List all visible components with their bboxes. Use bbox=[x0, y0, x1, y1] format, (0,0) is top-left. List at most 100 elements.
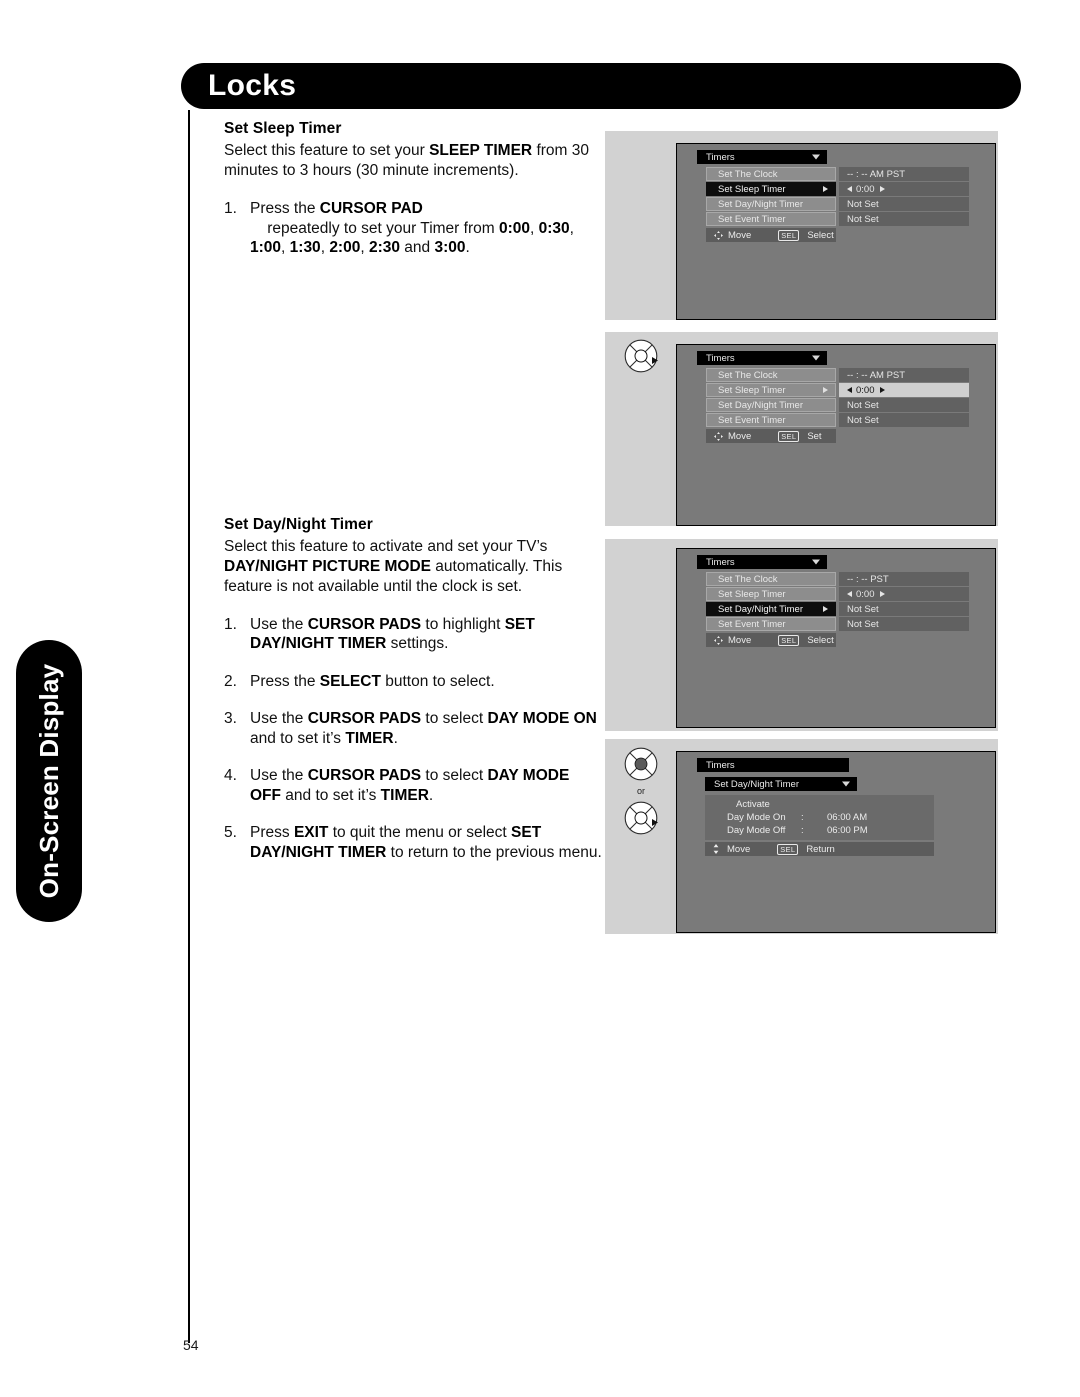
osd-value-field[interactable]: Not Set bbox=[839, 602, 969, 616]
chevron-down-icon bbox=[812, 154, 820, 160]
step-text: Press the CURSOR PAD repeatedly to set y… bbox=[250, 199, 604, 258]
osd-value-text: Not Set bbox=[847, 603, 879, 615]
left-arrow-icon[interactable] bbox=[847, 591, 852, 597]
osd-menu-item-set-the-clock[interactable]: Set The Clock bbox=[706, 368, 836, 382]
osd-menu-item-set-sleep-timer[interactable]: Set Sleep Timer bbox=[706, 383, 836, 397]
or-separator-label: or bbox=[636, 786, 645, 796]
osd-menu-item-label: Set The Clock bbox=[718, 573, 778, 585]
osd-footer-hint: Move SEL Select bbox=[706, 633, 836, 647]
osd-menu-item-set-the-clock[interactable]: Set The Clock bbox=[706, 572, 836, 586]
four-way-arrow-icon bbox=[714, 635, 723, 645]
osd-menu-item-set-sleep-timer[interactable]: Set Sleep Timer bbox=[706, 587, 836, 601]
page-vertical-rule bbox=[188, 110, 190, 1343]
step-text: Press EXIT to quit the menu or select SE… bbox=[250, 823, 604, 862]
b: CURSOR PAD bbox=[319, 200, 423, 217]
t: Press the bbox=[250, 672, 320, 690]
step-number: 1. bbox=[224, 200, 237, 217]
page-header-bar: Locks bbox=[181, 63, 1021, 109]
cursor-pad-icon bbox=[624, 747, 658, 781]
section-tab-on-screen-display: On-Screen Display bbox=[16, 640, 82, 922]
step-text: Use the CURSOR PADS to select DAY MODE O… bbox=[250, 766, 604, 805]
osd-value-text: 0:00 bbox=[856, 183, 875, 195]
osd-menu-item-set-day-night-timer[interactable]: Set Day/Night Timer bbox=[706, 602, 836, 616]
osd-setting-colon: : bbox=[801, 825, 804, 836]
osd-value-field[interactable]: -- : -- PST bbox=[839, 572, 969, 586]
left-arrow-icon[interactable] bbox=[847, 186, 852, 192]
osd-screenshot-4: Timers Set Day/Night Timer Activate Day Mod… bbox=[605, 739, 998, 934]
right-arrow-icon[interactable] bbox=[879, 387, 885, 393]
cursor-pad-right-icon bbox=[624, 339, 658, 378]
section-heading-day-night-timer: Set Day/Night Timer bbox=[224, 515, 373, 533]
right-arrow-icon bbox=[652, 819, 658, 826]
intro-bold-a: DAY/NIGHT PICTURE MODE bbox=[224, 557, 431, 575]
osd-footer-action-label: Select bbox=[807, 229, 834, 241]
osd-setting-value[interactable]: 06:00 AM bbox=[827, 812, 867, 823]
osd-value-field[interactable]: 0:00 bbox=[839, 383, 969, 397]
left-arrow-icon[interactable] bbox=[847, 387, 852, 393]
osd-value-field[interactable]: Not Set bbox=[839, 197, 969, 211]
osd-value-field[interactable]: 0:00 bbox=[839, 182, 969, 196]
osd-setting-row[interactable]: Day Mode Off: 06:00 PM bbox=[705, 824, 934, 837]
right-arrow-icon[interactable] bbox=[879, 186, 885, 192]
t: , bbox=[281, 239, 290, 256]
osd-menu-item-set-event-timer[interactable]: Set Event Timer bbox=[706, 212, 836, 226]
osd-menu-item-label: Set Day/Night Timer bbox=[718, 399, 803, 411]
t: to quit the menu or select bbox=[328, 824, 512, 841]
osd-footer-move-label: Move bbox=[728, 430, 752, 442]
list-item: 1. Press the CURSOR PAD repeatedly to se… bbox=[224, 199, 604, 258]
osd-menu-item-set-day-night-timer[interactable]: Set Day/Night Timer bbox=[706, 197, 836, 211]
b: EXIT bbox=[293, 824, 329, 841]
osd-value-field[interactable]: 0:00 bbox=[839, 587, 969, 601]
section-heading-sleep-timer: Set Sleep Timer bbox=[224, 120, 342, 137]
osd-value-field[interactable]: Not Set bbox=[839, 617, 969, 631]
osd-value-field[interactable]: Not Set bbox=[839, 398, 969, 412]
osd-footer-select-key: SEL bbox=[778, 229, 800, 241]
cursor-pad-right-icon bbox=[624, 801, 658, 840]
osd-value-field[interactable]: -- : -- AM PST bbox=[839, 167, 969, 181]
osd-submenu-title[interactable]: Set Day/Night Timer bbox=[705, 777, 857, 791]
t: and to set it’s bbox=[250, 729, 346, 747]
step-text: Press the SELECT button to select. bbox=[250, 672, 604, 692]
osd-menu-item-label: Set Sleep Timer bbox=[718, 384, 786, 396]
t: to return to the previous menu. bbox=[386, 843, 602, 861]
t: Press bbox=[250, 824, 294, 841]
intro-bold-a: SLEEP TIMER bbox=[429, 142, 533, 159]
osd-menu-item-set-event-timer[interactable]: Set Event Timer bbox=[706, 413, 836, 427]
osd-menu-item-label: Set The Clock bbox=[718, 369, 778, 381]
osd-value-field[interactable]: Not Set bbox=[839, 212, 969, 226]
t: to select bbox=[421, 710, 488, 727]
osd-setting-label: Day Mode On bbox=[727, 812, 786, 823]
osd-menu-title: Timers bbox=[697, 758, 849, 772]
t: , bbox=[360, 239, 369, 256]
step-number: 1. bbox=[224, 615, 237, 633]
osd-footer-action-label: Set bbox=[807, 430, 822, 442]
osd-menu-item-set-sleep-timer[interactable]: Set Sleep Timer bbox=[706, 182, 836, 196]
osd-footer-select-key: SEL bbox=[778, 430, 800, 442]
t: button to select. bbox=[380, 672, 495, 690]
osd-value-text: Not Set bbox=[847, 618, 879, 630]
cursor-pad-select-icon bbox=[624, 747, 658, 786]
t: . bbox=[393, 729, 398, 747]
right-arrow-icon[interactable] bbox=[879, 591, 885, 597]
osd-menu-item-set-event-timer[interactable]: Set Event Timer bbox=[706, 617, 836, 631]
osd-value-field[interactable]: Not Set bbox=[839, 413, 969, 427]
osd-value-field[interactable]: -- : -- AM PST bbox=[839, 368, 969, 382]
osd-activate-row[interactable]: Activate bbox=[705, 798, 934, 811]
b: 1:30 bbox=[289, 239, 321, 256]
osd-screenshot-1: Timers Set The Clock Set Sleep Timer Set Da… bbox=[605, 131, 998, 320]
osd-menu-item-set-day-night-timer[interactable]: Set Day/Night Timer bbox=[706, 398, 836, 412]
b: 3:00 bbox=[434, 239, 466, 256]
b: CURSOR PADS bbox=[307, 615, 422, 633]
osd-menu-item-label: Set Event Timer bbox=[718, 618, 786, 630]
osd-setting-value[interactable]: 06:00 PM bbox=[827, 825, 868, 836]
osd-menu-item-set-the-clock[interactable]: Set The Clock bbox=[706, 167, 836, 181]
steps-day-night-timer: 1. Use the CURSOR PADS to highlight SET … bbox=[224, 615, 604, 863]
t: . bbox=[428, 786, 434, 804]
osd-footer-action-label: Select bbox=[807, 634, 834, 646]
osd-footer-hint: Move SEL Select bbox=[706, 228, 836, 242]
section-intro-day-night-timer: Select this feature to activate and set … bbox=[224, 537, 604, 597]
osd-setting-label: Day Mode Off bbox=[727, 825, 786, 836]
osd-setting-row[interactable]: Day Mode On: 06:00 AM bbox=[705, 811, 934, 824]
tv-osd-panel: Timers Set The Clock Set Sleep Timer Set Da… bbox=[676, 143, 996, 320]
b: 2:30 bbox=[368, 239, 400, 256]
